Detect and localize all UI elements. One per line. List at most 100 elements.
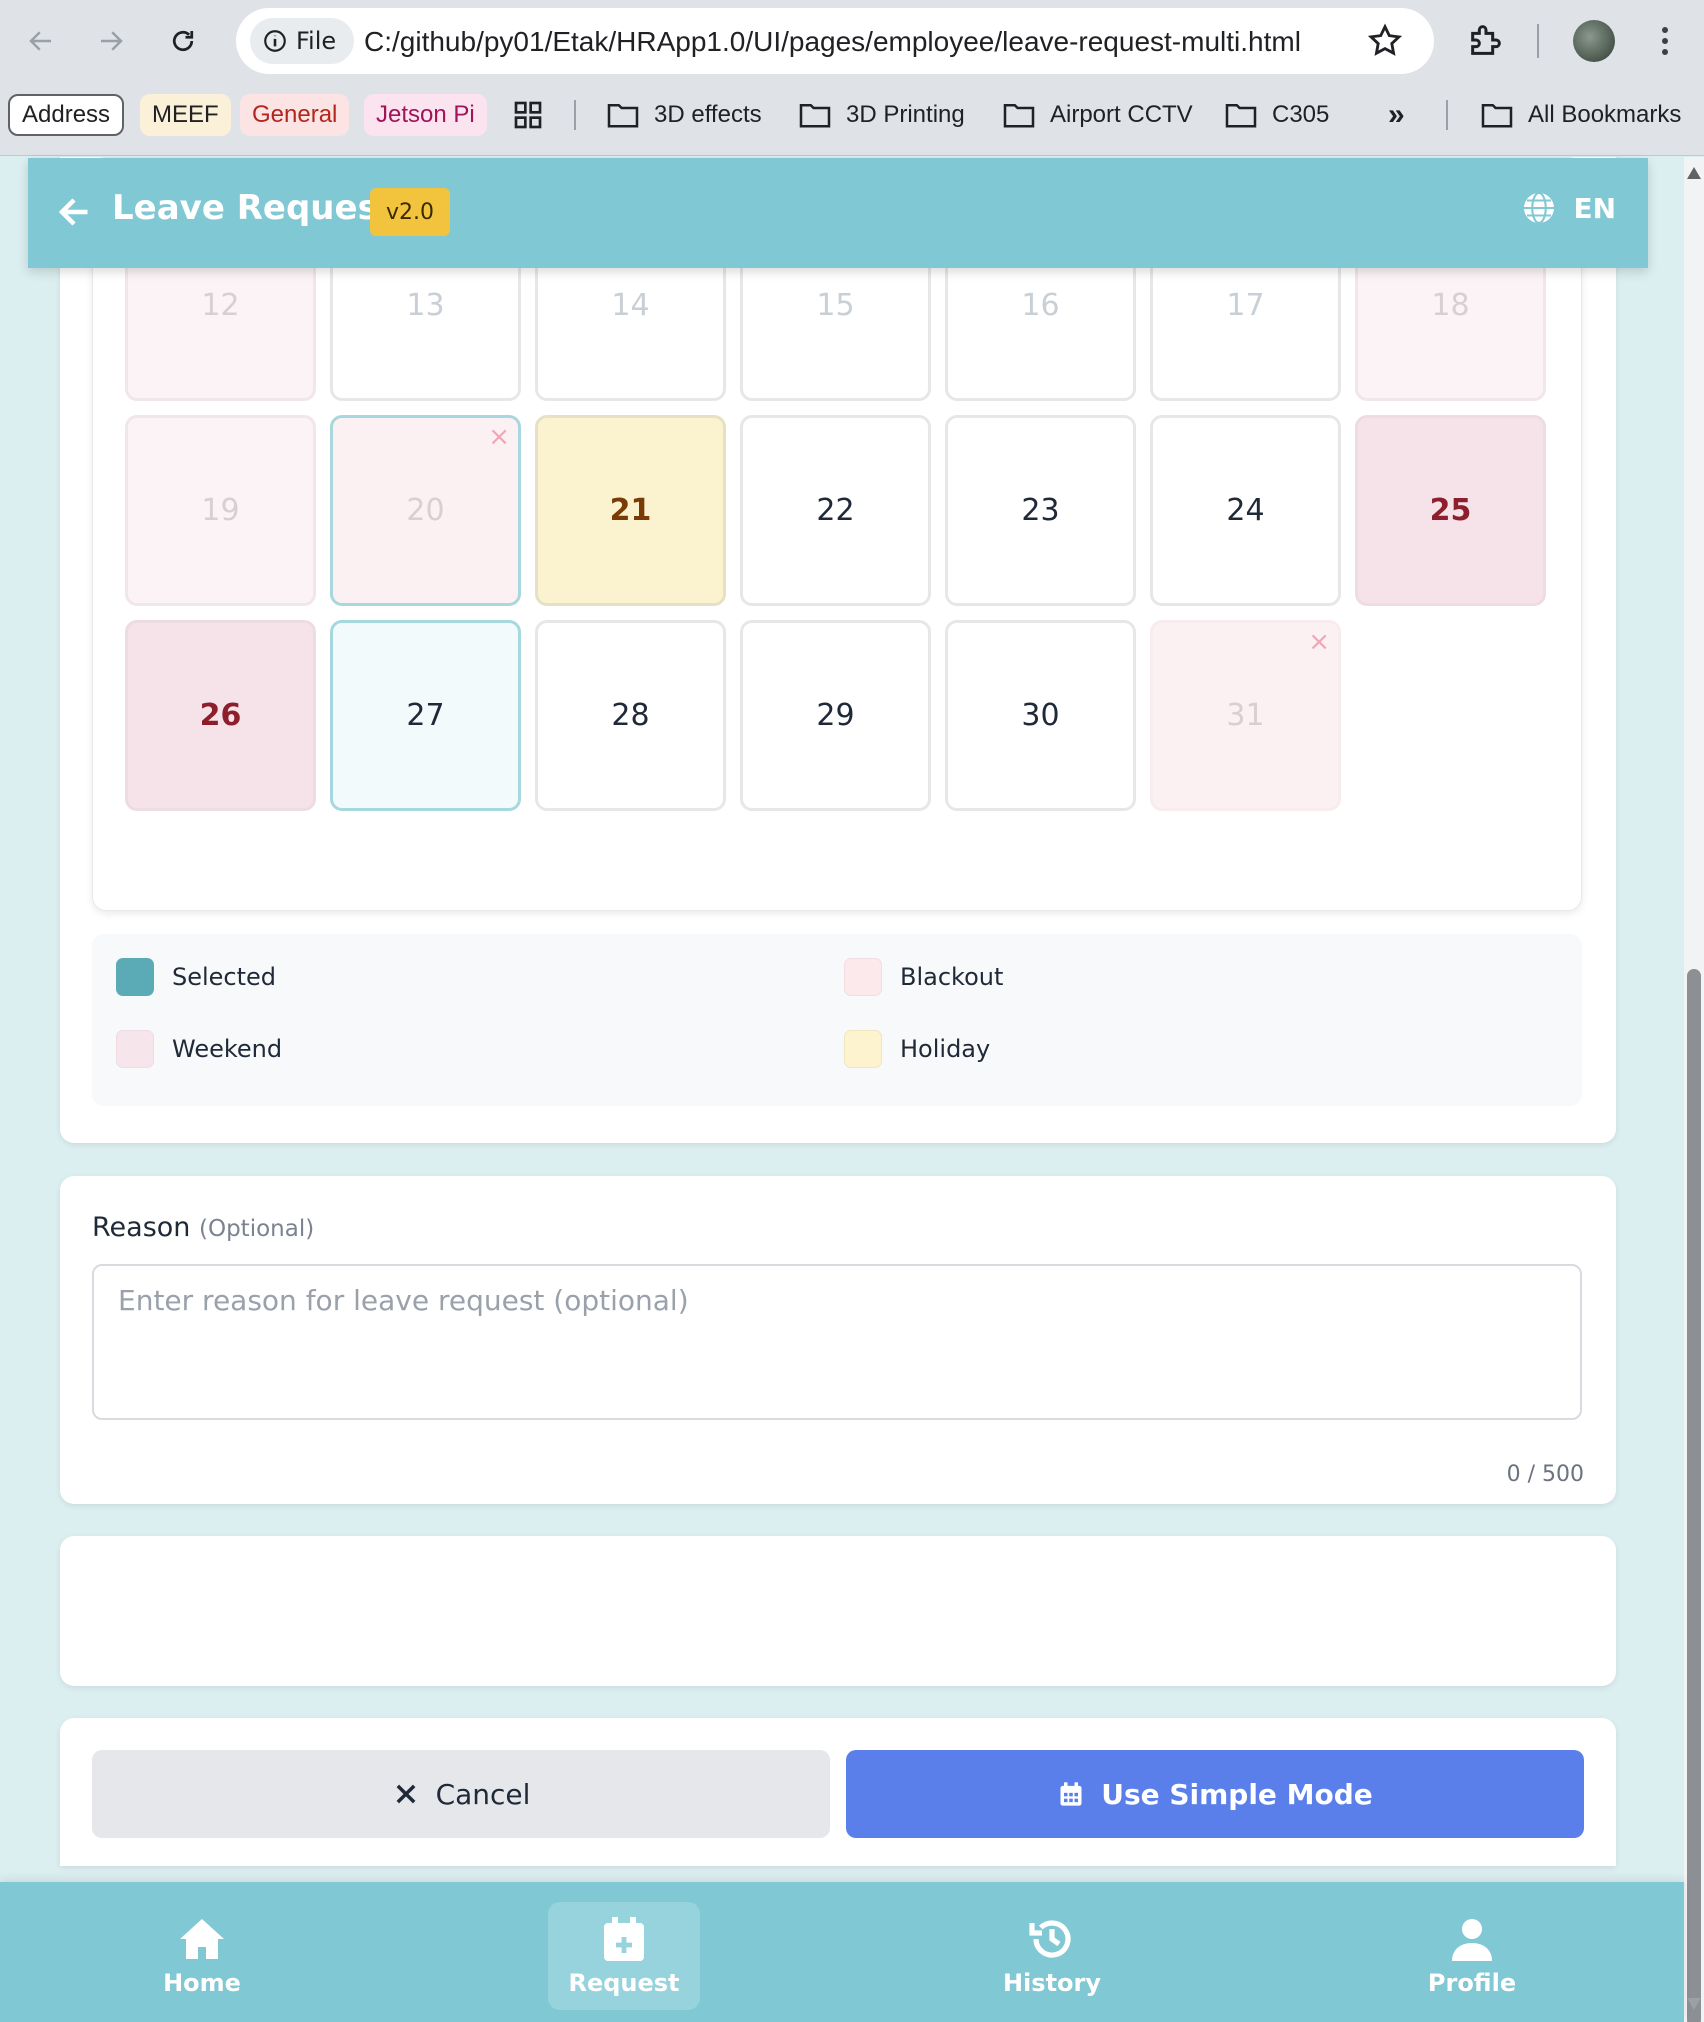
calendar-day-number: 14 <box>611 288 650 323</box>
folder-icon <box>1481 103 1513 128</box>
bookmark-folder-label: All Bookmarks <box>1528 101 1682 128</box>
calendar-plus-icon <box>604 1917 644 1961</box>
calendar-day-25: 25 <box>1355 415 1546 606</box>
reload-button[interactable] <box>160 18 206 64</box>
legend-swatch-holiday <box>844 1030 882 1068</box>
calendar-day-number: 15 <box>816 288 855 323</box>
calendar-day-number: 31 <box>1226 698 1265 733</box>
calendar-grid: 12 13 14 15 16 17 18 19 20 × 21 22 23 24 25 26 27 28 29 30 3… <box>125 210 1546 811</box>
calendar-day-number: 30 <box>1021 698 1060 733</box>
calendar-day-20: 20 × <box>330 415 521 606</box>
bookmark-folder-3d-printing[interactable]: 3D Printing <box>798 94 965 136</box>
bookmarks-divider <box>1446 100 1448 130</box>
folder-icon <box>607 103 639 128</box>
calendar-day-22[interactable]: 22 <box>740 415 931 606</box>
legend-swatch-blackout <box>844 958 882 996</box>
bookmark-folder-label: C305 <box>1272 101 1330 128</box>
page-title: Leave Request <box>112 188 395 228</box>
cancel-button-label: Cancel <box>435 1777 531 1811</box>
legend-weekend: Weekend <box>116 1030 282 1068</box>
calendar-day-number: 27 <box>406 698 445 733</box>
main-content[interactable]: 12 13 14 15 16 17 18 19 20 × 21 22 23 24 25 26 27 28 29 30 3… <box>0 157 1684 1882</box>
file-chip-label: File <box>296 27 337 55</box>
calendar-day-number: 21 <box>609 493 652 528</box>
app-header: Leave Request v2.0 EN <box>28 158 1648 268</box>
nav-request[interactable]: Request <box>548 1902 700 2010</box>
scroll-down-arrow-icon[interactable] <box>1687 1998 1701 2010</box>
calendar-day-29[interactable]: 29 <box>740 620 931 811</box>
calendar-day-21[interactable]: 21 <box>535 415 726 606</box>
scroll-up-arrow-icon[interactable] <box>1687 167 1701 179</box>
bookmark-general[interactable]: General <box>240 94 350 136</box>
info-icon <box>264 30 286 52</box>
address-bar[interactable]: File C:/github/py01/Etak/HRApp1.0/UI/pag… <box>236 8 1434 74</box>
bookmark-folder-airport-cctv[interactable]: Airport CCTV <box>1002 94 1193 136</box>
use-simple-mode-label: Use Simple Mode <box>1101 1777 1373 1811</box>
calendar-day-31: 31 × <box>1150 620 1341 811</box>
folder-icon <box>1225 103 1257 128</box>
page-scrollbar[interactable] <box>1684 157 1704 2022</box>
calendar-day-23[interactable]: 23 <box>945 415 1136 606</box>
back-arrow-icon[interactable] <box>56 194 92 230</box>
reason-label-text: Reason <box>92 1212 191 1243</box>
site-info-chip[interactable]: File <box>250 18 355 64</box>
bookmark-address[interactable]: Address <box>8 94 125 136</box>
reason-optional-hint: (Optional) <box>199 1216 315 1242</box>
nav-history-label: History <box>1002 1969 1102 1997</box>
calendar-day-24[interactable]: 24 <box>1150 415 1341 606</box>
bookmark-star-icon[interactable] <box>1366 22 1404 60</box>
calendar-day-number: 29 <box>816 698 855 733</box>
bookmarks-bar: Address MEEF General Jetson Pi 3D effect… <box>0 82 1704 156</box>
language-label: EN <box>1573 191 1616 225</box>
bookmark-all-bookmarks[interactable]: All Bookmarks <box>1480 94 1681 136</box>
calendar-empty-cell <box>1355 620 1546 811</box>
calendar-day-30[interactable]: 30 <box>945 620 1136 811</box>
legend-label: Weekend <box>172 1035 283 1063</box>
forward-button[interactable] <box>88 18 134 64</box>
version-badge: v2.0 <box>370 188 451 236</box>
legend-label: Holiday <box>900 1035 991 1063</box>
character-counter: 0 / 500 <box>1506 1462 1584 1487</box>
calendar-day-26: 26 <box>125 620 316 811</box>
apps-grid-icon[interactable] <box>512 94 544 136</box>
bookmark-folder-label: 3D effects <box>654 101 762 128</box>
legend-swatch-weekend <box>116 1030 154 1068</box>
calendar-day-number: 25 <box>1429 493 1472 528</box>
bookmark-folder-c305[interactable]: C305 <box>1224 94 1329 136</box>
nav-history[interactable]: History <box>976 1902 1128 2010</box>
cancel-button[interactable]: Cancel <box>92 1750 830 1838</box>
folder-icon <box>799 103 831 128</box>
calendar-day-number: 22 <box>816 493 855 528</box>
calendar-day-number: 12 <box>201 288 240 323</box>
reason-textarea[interactable] <box>92 1264 1582 1420</box>
calendar-day-number: 24 <box>1226 493 1265 528</box>
home-icon <box>180 1919 224 1959</box>
more-bookmarks-chevron-icon[interactable]: » <box>1388 94 1405 136</box>
bookmark-folder-label: 3D Printing <box>846 101 965 128</box>
use-simple-mode-button[interactable]: Use Simple Mode <box>846 1750 1584 1838</box>
url-text[interactable]: C:/github/py01/Etak/HRApp1.0/UI/pages/em… <box>364 26 1301 58</box>
calendar-day-27[interactable]: 27 <box>330 620 521 811</box>
actions-card: Cancel Use Simple Mode <box>60 1718 1616 1866</box>
profile-avatar[interactable] <box>1573 20 1615 62</box>
bookmark-folder-3d-effects[interactable]: 3D effects <box>606 94 762 136</box>
legend-holiday: Holiday <box>844 1030 990 1068</box>
browser-menu-icon[interactable] <box>1650 20 1680 62</box>
history-icon <box>1029 1920 1071 1958</box>
extensions-icon[interactable] <box>1466 20 1506 60</box>
bottom-navigation: Home Request History Profile <box>0 1882 1684 2022</box>
scrollbar-thumb[interactable] <box>1687 969 1701 2022</box>
nav-profile[interactable]: Profile <box>1396 1902 1548 2010</box>
reason-card: Reason (Optional) 0 / 500 <box>60 1176 1616 1504</box>
legend-label: Blackout <box>900 963 1004 991</box>
calendar-day-number: 17 <box>1226 288 1265 323</box>
bookmark-jetson-pi[interactable]: Jetson Pi <box>364 94 487 136</box>
calendar-day-number: 13 <box>406 288 445 323</box>
language-switcher[interactable]: EN <box>1521 190 1616 226</box>
globe-icon <box>1524 191 1555 225</box>
reason-label: Reason (Optional) <box>92 1212 314 1243</box>
back-button[interactable] <box>18 18 64 64</box>
nav-home[interactable]: Home <box>126 1902 278 2010</box>
bookmark-meef[interactable]: MEEF <box>140 94 231 136</box>
calendar-day-28[interactable]: 28 <box>535 620 726 811</box>
